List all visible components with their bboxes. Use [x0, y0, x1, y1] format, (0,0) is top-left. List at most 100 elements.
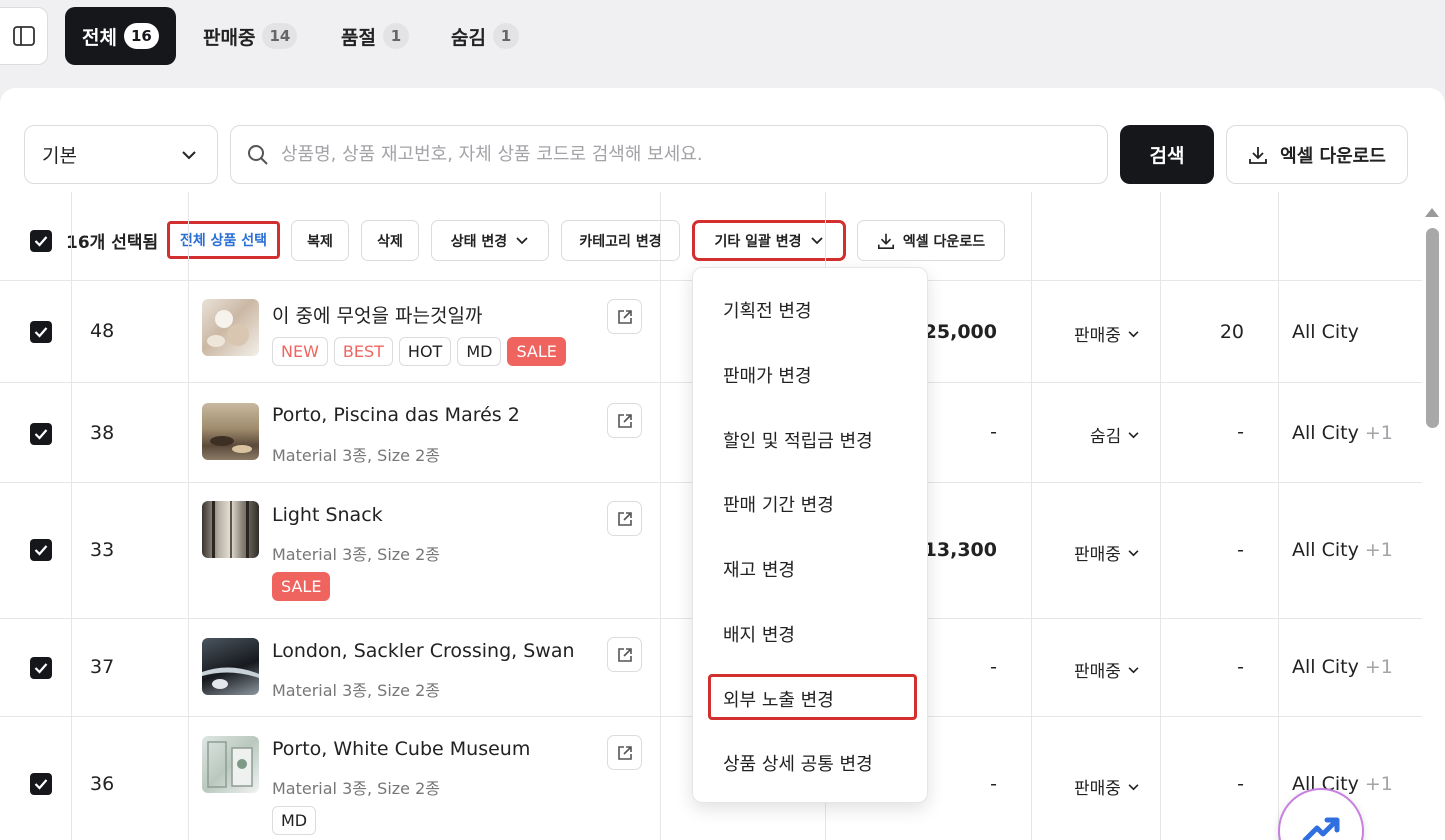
tab-count: 1 — [382, 23, 409, 49]
badge-md: MD — [272, 806, 317, 835]
excel-download-toolbar-button[interactable]: 엑셀 다운로드 — [857, 220, 1005, 261]
menu-item-sale-period-change[interactable]: 판매 기간 변경 — [723, 491, 834, 517]
chevron-down-icon — [182, 150, 196, 159]
bulk-change-label: 기타 일괄 변경 — [714, 233, 802, 250]
check-icon — [34, 327, 48, 338]
status-label: 판매중 — [1074, 326, 1121, 346]
external-link-icon — [617, 511, 632, 526]
status-label: 판매중 — [1074, 662, 1121, 682]
row-checkbox[interactable] — [30, 539, 52, 561]
search-input[interactable] — [281, 144, 1081, 165]
menu-item-external-exposure-change[interactable]: 외부 노출 변경 — [723, 686, 834, 712]
check-icon — [34, 545, 48, 556]
search-button[interactable]: 검색 — [1120, 125, 1214, 184]
row-checkbox[interactable] — [30, 657, 52, 679]
row-checkbox[interactable] — [30, 773, 52, 795]
row-number: 37 — [90, 656, 115, 678]
tab-sold-out[interactable]: 품절 1 — [341, 7, 409, 65]
tab-label: 숨김 — [451, 26, 486, 49]
menu-item-exhibition-change[interactable]: 기획전 변경 — [723, 297, 812, 323]
category-change-button[interactable]: 카테고리 변경 — [561, 220, 680, 261]
product-stock: - — [1237, 421, 1244, 443]
badge-new: NEW — [272, 337, 328, 366]
tab-count: 16 — [123, 23, 159, 49]
external-link-button[interactable] — [607, 637, 642, 672]
tab-label: 품절 — [341, 26, 376, 49]
row-number: 48 — [90, 320, 115, 342]
external-link-icon — [617, 413, 632, 428]
bulk-change-dropdown[interactable]: 기타 일괄 변경 — [692, 220, 846, 261]
tab-label: 전체 — [82, 26, 117, 49]
status-dropdown[interactable]: 판매중 — [1074, 540, 1140, 565]
product-name[interactable]: London, Sackler Crossing, Swan — [272, 640, 575, 662]
delete-button[interactable]: 삭제 — [361, 220, 419, 261]
bulk-toolbar: 16개 선택됨 전체 상품 선택 복제 삭제 상태 변경 카테고리 변경 기타 … — [0, 220, 1445, 261]
menu-item-detail-common-change[interactable]: 상품 상세 공통 변경 — [723, 750, 873, 776]
external-link-icon — [617, 309, 632, 324]
tab-on-sale[interactable]: 판매중 14 — [203, 7, 298, 65]
menu-item-discount-change[interactable]: 할인 및 적립금 변경 — [723, 427, 873, 453]
product-name[interactable]: 이 중에 무엇을 파는것일까 — [272, 301, 482, 328]
status-change-button[interactable]: 상태 변경 — [431, 220, 549, 261]
excel-download-label: 엑셀 다운로드 — [1280, 145, 1386, 167]
external-link-icon — [617, 745, 632, 760]
trend-up-icon — [1302, 817, 1340, 840]
product-city: All City +1 — [1292, 422, 1393, 444]
badge-list: SALE — [272, 572, 331, 601]
external-link-button[interactable] — [607, 299, 642, 334]
city-extra-count: +1 — [1364, 773, 1393, 795]
product-name[interactable]: Porto, Piscina das Marés 2 — [272, 404, 520, 426]
filter-select[interactable]: 기본 — [24, 125, 218, 184]
city-extra-count: +1 — [1364, 539, 1393, 561]
scroll-up-arrow[interactable] — [1425, 208, 1439, 217]
sidebar-icon — [13, 26, 35, 46]
sidebar-toggle-button[interactable] — [0, 7, 48, 65]
status-dropdown[interactable]: 숨김 — [1090, 422, 1140, 447]
product-thumbnail — [202, 299, 259, 356]
status-label: 판매중 — [1074, 779, 1121, 799]
external-link-button[interactable] — [607, 501, 642, 536]
tab-hidden[interactable]: 숨김 1 — [451, 7, 519, 65]
filter-select-value: 기본 — [42, 145, 77, 167]
row-checkbox[interactable] — [30, 321, 52, 343]
menu-item-price-change[interactable]: 판매가 변경 — [723, 362, 812, 388]
excel-download-button[interactable]: 엑셀 다운로드 — [1226, 125, 1408, 184]
badge-best: BEST — [333, 337, 393, 366]
chevron-down-icon — [1128, 549, 1139, 556]
status-dropdown[interactable]: 판매중 — [1074, 774, 1140, 799]
product-stock: - — [1237, 773, 1244, 795]
tab-count: 14 — [262, 23, 298, 49]
product-stock: 20 — [1219, 321, 1244, 343]
chevron-down-icon — [516, 237, 528, 245]
menu-item-badge-change[interactable]: 배지 변경 — [723, 621, 795, 647]
product-price: - — [990, 773, 997, 795]
menu-item-stock-change[interactable]: 재고 변경 — [723, 556, 795, 582]
row-number: 38 — [90, 422, 115, 444]
chevron-down-icon — [1128, 783, 1139, 790]
product-name[interactable]: Light Snack — [272, 504, 383, 526]
chevron-down-icon — [1128, 666, 1139, 673]
status-dropdown[interactable]: 판매중 — [1074, 321, 1140, 346]
city-label: All City — [1292, 321, 1359, 343]
external-link-button[interactable] — [607, 403, 642, 438]
copy-button[interactable]: 복제 — [291, 220, 349, 261]
status-dropdown[interactable]: 판매중 — [1074, 657, 1140, 682]
product-name[interactable]: Porto, White Cube Museum — [272, 738, 530, 760]
select-all-products-link[interactable]: 전체 상품 선택 — [167, 221, 281, 259]
product-price: - — [990, 421, 997, 443]
scrollbar-thumb[interactable] — [1426, 228, 1439, 428]
product-city: All City — [1292, 321, 1359, 343]
badge-hot: HOT — [398, 337, 452, 366]
external-link-icon — [617, 647, 632, 662]
tab-all[interactable]: 전체 16 — [65, 7, 176, 65]
download-icon — [1249, 146, 1268, 164]
external-link-button[interactable] — [607, 735, 642, 770]
bulk-change-menu: 기획전 변경 판매가 변경 할인 및 적립금 변경 판매 기간 변경 재고 변경… — [692, 267, 928, 803]
select-all-checkbox[interactable] — [30, 230, 52, 252]
row-checkbox[interactable] — [30, 423, 52, 445]
product-thumbnail — [202, 403, 259, 460]
check-icon — [34, 663, 48, 674]
selected-count: 16개 선택됨 — [66, 233, 159, 253]
product-city: All City +1 — [1292, 656, 1393, 678]
product-thumbnail — [202, 736, 259, 793]
